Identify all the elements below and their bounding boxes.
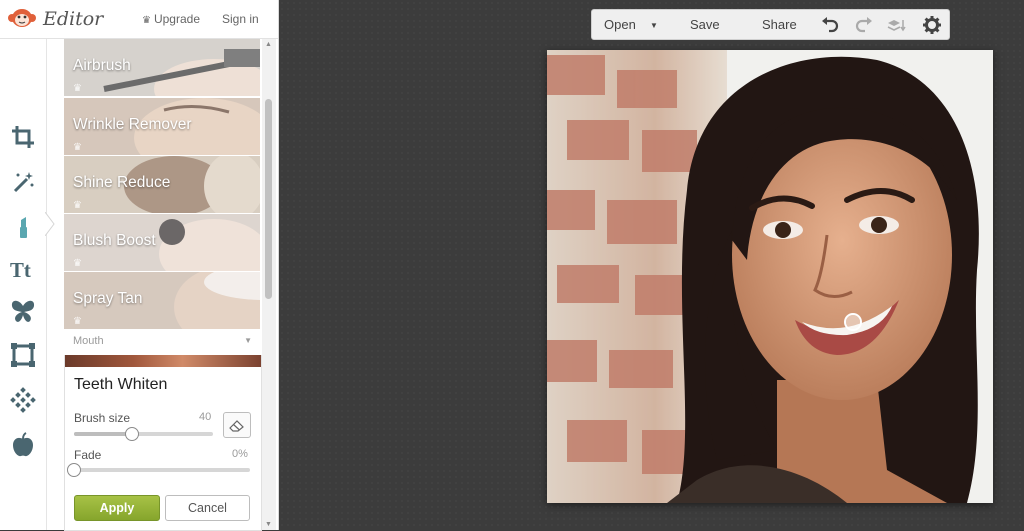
effect-label: Airbrush [73, 57, 131, 74]
brush-size-handle[interactable] [125, 427, 140, 441]
effect-spray-tan[interactable]: Spray Tan ♛ [64, 272, 260, 329]
cancel-button[interactable]: Cancel [165, 495, 250, 521]
tool-seasonal[interactable] [7, 429, 39, 461]
brush-size-value: 40 [199, 411, 212, 423]
effect-label: Shine Reduce [73, 174, 171, 191]
effect-label: Spray Tan [73, 290, 143, 307]
effect-shine-reduce[interactable]: Shine Reduce ♛ [64, 156, 260, 213]
tool-frames[interactable] [7, 339, 39, 371]
portrait-photo [547, 50, 993, 503]
brand-name: Editor [43, 8, 104, 30]
brush-size-slider[interactable] [74, 427, 213, 441]
butterfly-icon [11, 300, 35, 322]
lipstick-icon [20, 217, 27, 238]
effect-blush-boost[interactable]: Blush Boost ♛ [64, 214, 260, 271]
fade-value: 0% [232, 448, 248, 460]
effect-wrinkle-remover[interactable]: Wrinkle Remover ♛ [64, 98, 260, 155]
premium-crown-icon: ♛ [73, 316, 82, 327]
effect-label: Blush Boost [73, 232, 156, 249]
tool-rail: Tt [0, 39, 47, 530]
eraser-icon [229, 420, 244, 432]
text-icon: Tt [10, 259, 31, 282]
tool-effects[interactable] [7, 166, 39, 198]
effect-label: Wrinkle Remover [73, 116, 192, 133]
tool-text[interactable]: Tt [7, 253, 39, 285]
top-bar: Editor ♛ Upgrade Sign in [0, 0, 278, 39]
section-label: Mouth [73, 335, 104, 347]
tool-overlays[interactable] [7, 295, 39, 327]
premium-crown-icon: ♛ [73, 142, 82, 153]
layers-icon[interactable] [886, 15, 906, 35]
monkey-logo-icon[interactable] [8, 7, 36, 29]
magic-wand-icon [13, 172, 34, 193]
texture-icon [10, 387, 36, 413]
teeth-whiten-panel: Teeth Whiten Brush size 40 Fade 0% Apply… [64, 355, 262, 531]
eraser-button[interactable] [223, 412, 251, 438]
save-button[interactable]: Save [690, 17, 720, 32]
teeth-whiten-thumbnail [65, 355, 261, 367]
fade-slider[interactable] [67, 463, 250, 477]
scrollbar-thumb[interactable] [265, 99, 272, 299]
section-header-mouth[interactable]: Mouth ▼ [64, 328, 260, 352]
editor-side-panel: Editor ♛ Upgrade Sign in Tt Airbrush ♛ W… [0, 0, 279, 531]
premium-crown-icon: ♛ [73, 83, 82, 94]
crown-icon: ♛ [142, 15, 151, 26]
gear-icon[interactable] [922, 15, 942, 35]
brush-size-label: Brush size [74, 411, 131, 425]
open-dropdown-chevron-icon[interactable]: ▼ [650, 21, 658, 30]
tool-crop[interactable] [7, 121, 39, 153]
brush-size-fill [74, 432, 133, 436]
scroll-down-arrow-icon[interactable]: ▼ [265, 521, 272, 528]
tool-textures[interactable] [7, 384, 39, 416]
frame-icon [11, 343, 35, 367]
panel-scrollbar[interactable]: ▲ ▼ [262, 39, 276, 530]
fade-handle[interactable] [67, 463, 81, 477]
premium-crown-icon: ♛ [73, 258, 82, 269]
premium-crown-icon: ♛ [73, 200, 82, 211]
svg-text:Tt: Tt [10, 259, 31, 282]
undo-icon[interactable] [820, 15, 840, 35]
active-tool-pointer [45, 212, 55, 236]
apply-button[interactable]: Apply [74, 495, 160, 521]
share-button[interactable]: Share [762, 17, 797, 32]
crop-icon [12, 126, 34, 148]
effect-airbrush[interactable]: Airbrush ♛ [64, 39, 260, 96]
redo-icon[interactable] [854, 15, 874, 35]
scroll-up-arrow-icon[interactable]: ▲ [265, 41, 272, 48]
chevron-down-icon: ▼ [244, 336, 252, 345]
panel-title: Teeth Whiten [74, 376, 168, 393]
open-button[interactable]: Open [604, 17, 636, 32]
sign-in-link[interactable]: Sign in [222, 12, 259, 26]
upgrade-label: Upgrade [153, 12, 200, 26]
top-toolbar: Open ▼ Save Share [591, 9, 950, 40]
photo-canvas[interactable] [547, 50, 993, 503]
upgrade-link[interactable]: ♛ Upgrade [142, 12, 200, 26]
fade-label: Fade [74, 448, 102, 462]
tool-touch-up[interactable] [7, 211, 39, 243]
apple-icon [13, 432, 33, 457]
